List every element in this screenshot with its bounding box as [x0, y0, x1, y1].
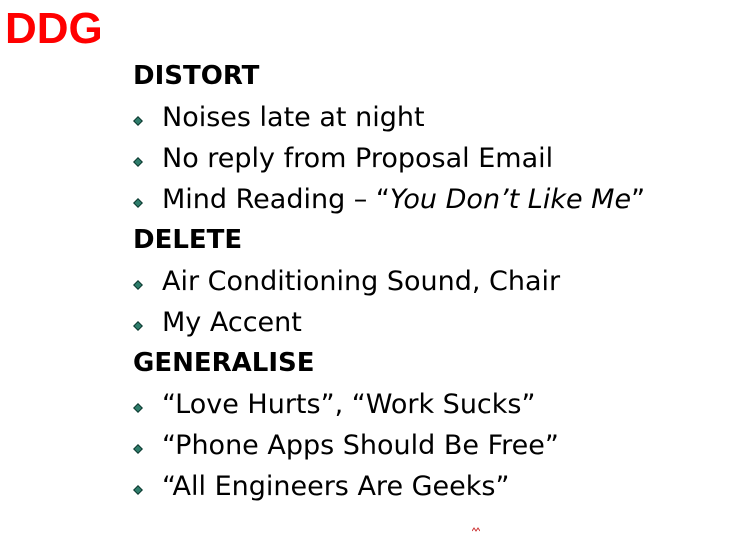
list-item-text: “Phone Apps Should Be Free” — [162, 430, 559, 461]
diamond-bullet-icon — [133, 279, 143, 290]
slide-title: DDG — [5, 4, 103, 53]
list-item: “Phone Apps Should Be Free” — [133, 425, 645, 466]
list-item-text: Mind Reading – “You Don’t Like Me” — [162, 179, 645, 220]
diamond-bullet-icon — [133, 320, 143, 331]
decorative-mark-icon — [471, 517, 481, 532]
list-item: Mind Reading – “You Don’t Like Me” — [133, 179, 645, 220]
list-item: Noises late at night — [133, 97, 645, 138]
diamond-bullet-icon — [133, 197, 143, 208]
list-item-text: Noises late at night — [162, 102, 425, 133]
diamond-bullet-icon — [133, 484, 143, 495]
list-item: “Love Hurts”, “Work Sucks” — [133, 384, 645, 425]
list-item-text-emphasis: You Don’t Like Me — [389, 184, 632, 215]
diamond-bullet-icon — [133, 443, 143, 454]
section-heading-delete: DELETE — [133, 225, 243, 255]
list-item-text: No reply from Proposal Email — [162, 143, 554, 174]
section-heading-distort: DISTORT — [133, 61, 260, 91]
list-item-text: Air Conditioning Sound, Chair — [162, 266, 561, 297]
list-item-text-suffix: ” — [631, 184, 646, 215]
list-item-text: “Love Hurts”, “Work Sucks” — [162, 389, 536, 420]
diamond-bullet-icon — [133, 115, 143, 126]
list-item-text: My Accent — [162, 307, 302, 338]
list-item: “All Engineers Are Geeks” — [133, 466, 645, 507]
section-heading-generalise: GENERALISE — [133, 348, 315, 378]
list-item-text-prefix: Mind Reading – “ — [162, 184, 390, 215]
list-item: My Accent — [133, 302, 645, 343]
diamond-bullet-icon — [133, 156, 143, 167]
slide-content: DISTORT Noises late at night No reply fr… — [133, 56, 645, 507]
list-item: No reply from Proposal Email — [133, 138, 645, 179]
list-item: Air Conditioning Sound, Chair — [133, 261, 645, 302]
list-item-text: “All Engineers Are Geeks” — [162, 471, 510, 502]
diamond-bullet-icon — [133, 402, 143, 413]
